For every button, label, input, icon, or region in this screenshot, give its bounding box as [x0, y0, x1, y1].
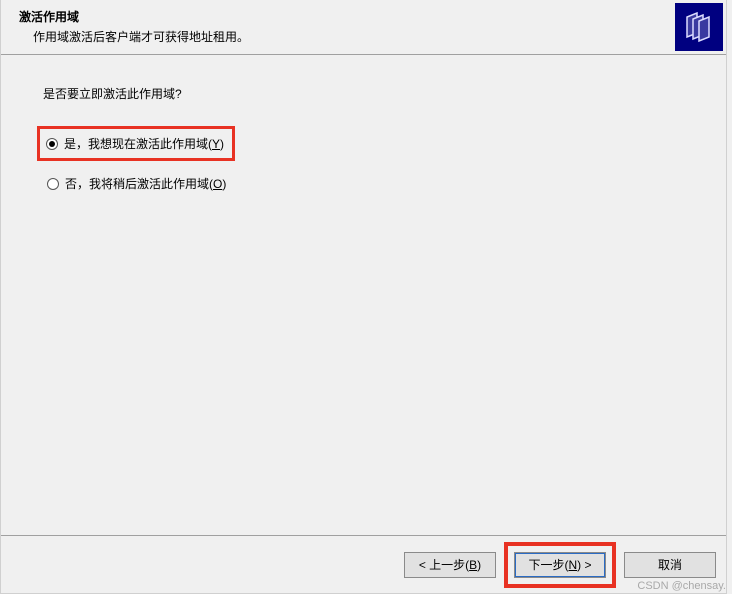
dialog-footer: < 上一步(B) 下一步(N) > 取消: [1, 535, 726, 593]
radio-option-yes[interactable]: 是，我想现在激活此作用域(Y): [37, 126, 235, 161]
dialog-content: 是否要立即激活此作用域? 是，我想现在激活此作用域(Y) 否，我将稍后激活此作用…: [1, 55, 726, 240]
header-subtitle: 作用域激活后客户端才可获得地址租用。: [19, 28, 716, 45]
radio-button-icon: [46, 138, 58, 150]
radio-label-yes: 是，我想现在激活此作用域(Y): [64, 135, 224, 152]
radio-button-icon: [47, 178, 59, 190]
radio-label-no: 否，我将稍后激活此作用域(O): [65, 175, 226, 192]
wizard-dialog: 激活作用域 作用域激活后客户端才可获得地址租用。 是否要立即激活此作用域? 是，…: [0, 0, 727, 594]
next-button-highlight: 下一步(N) >: [504, 542, 616, 588]
radio-option-no[interactable]: 否，我将稍后激活此作用域(O): [43, 173, 230, 194]
radio-group: 是，我想现在激活此作用域(Y) 否，我将稍后激活此作用域(O): [43, 126, 684, 194]
dialog-header: 激活作用域 作用域激活后客户端才可获得地址租用。: [1, 0, 726, 55]
scope-icon: [675, 3, 723, 51]
header-title: 激活作用域: [19, 8, 716, 25]
question-text: 是否要立即激活此作用域?: [43, 85, 684, 102]
back-button[interactable]: < 上一步(B): [404, 552, 496, 578]
cancel-button[interactable]: 取消: [624, 552, 716, 578]
next-button[interactable]: 下一步(N) >: [514, 552, 606, 578]
